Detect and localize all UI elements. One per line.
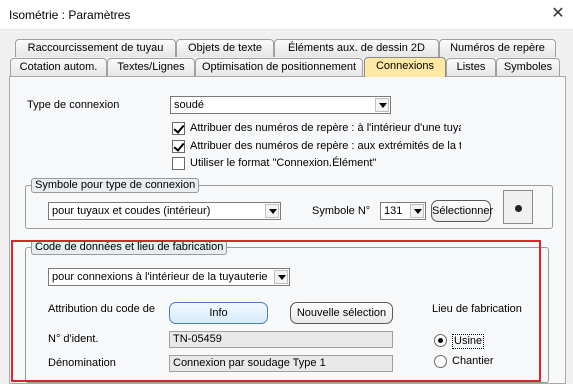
symbol-number-combo[interactable]: 131 xyxy=(380,202,426,220)
connection-type-label: Type de connexion xyxy=(27,99,120,111)
checkbox-box xyxy=(172,157,185,170)
tab-symboles[interactable]: Symboles xyxy=(496,58,560,76)
checkbox-repere-interieur[interactable]: Attribuer des numéros de repère : à l'in… xyxy=(172,122,461,136)
symbol-group-title: Symbole pour type de connexion xyxy=(31,178,200,193)
denomination-label: Dénomination xyxy=(48,357,116,369)
symbol-type-combo[interactable]: pour tuyaux et coudes (intérieur) xyxy=(48,202,281,220)
new-selection-button[interactable]: Nouvelle sélection xyxy=(290,302,393,324)
weld-symbol-icon xyxy=(515,205,522,212)
radio-label: Usine xyxy=(452,334,485,349)
connection-type-value: soudé xyxy=(174,99,204,111)
chevron-down-icon xyxy=(265,204,279,218)
ident-field: TN-05459 xyxy=(169,331,393,348)
ident-label: N° d'ident. xyxy=(48,333,99,345)
fabrication-context-value: pour connexions à l'intérieur de la tuya… xyxy=(52,271,268,283)
tab-optimisation[interactable]: Optimisation de positionnement xyxy=(195,58,363,76)
connexions-panel: Type de connexion soudé Attribuer des nu… xyxy=(9,76,566,384)
chevron-down-icon xyxy=(274,270,288,284)
fabrication-group: Code de données et lieu de fabrication p… xyxy=(25,240,549,383)
radio-dot xyxy=(434,334,447,347)
symbol-preview xyxy=(503,190,533,224)
connection-type-combo[interactable]: soudé xyxy=(170,96,391,114)
attribution-label: Attribution du code de xyxy=(48,303,156,315)
radio-label: Chantier xyxy=(452,355,494,367)
checkbox-repere-extremites[interactable]: Attribuer des numéros de repère : aux ex… xyxy=(172,140,461,154)
fabrication-place-label: Lieu de fabrication xyxy=(432,303,522,315)
checkbox-format-connexion[interactable]: Utiliser le format "Connexion.Élément" xyxy=(172,157,461,171)
radio-usine[interactable]: Usine xyxy=(434,334,514,349)
checkbox-label: Attribuer des numéros de repère : à l'in… xyxy=(190,122,461,134)
checkbox-label: Utiliser le format "Connexion.Élément" xyxy=(190,157,377,169)
radio-chantier[interactable]: Chantier xyxy=(434,355,514,369)
fabrication-group-title: Code de données et lieu de fabrication xyxy=(31,240,228,255)
chevron-down-icon xyxy=(375,98,389,112)
window-title: Isométrie : Paramètres xyxy=(9,8,131,22)
dialog-body: Raccourcissement de tuyau Objets de text… xyxy=(0,30,573,384)
checkbox-label: Attribuer des numéros de repère : aux ex… xyxy=(190,140,461,152)
checkbox-box xyxy=(172,122,185,135)
select-symbol-button[interactable]: Sélectionner xyxy=(431,200,493,222)
denomination-field: Connexion par soudage Type 1 xyxy=(169,355,393,372)
chevron-down-icon xyxy=(410,204,424,218)
tab-connexions[interactable]: Connexions xyxy=(364,57,446,77)
symbol-group: Symbole pour type de connexion pour tuya… xyxy=(25,178,553,229)
tab-listes[interactable]: Listes xyxy=(446,58,496,76)
tab-numeros-de-repere[interactable]: Numéros de repère xyxy=(439,39,556,57)
symbol-number-value: 131 xyxy=(384,205,403,217)
close-icon[interactable]: ✕ xyxy=(548,4,568,24)
title-bar: Isométrie : Paramètres ✕ xyxy=(0,0,573,30)
checkbox-box xyxy=(172,140,185,153)
fabrication-context-combo[interactable]: pour connexions à l'intérieur de la tuya… xyxy=(48,268,290,286)
tab-textes-lignes[interactable]: Textes/Lignes xyxy=(107,58,195,76)
symbol-type-value: pour tuyaux et coudes (intérieur) xyxy=(52,205,211,217)
tab-objets-de-texte[interactable]: Objets de texte xyxy=(176,39,274,57)
tab-raccourcissement[interactable]: Raccourcissement de tuyau xyxy=(15,39,176,57)
radio-dot xyxy=(434,355,447,368)
tab-elements-aux[interactable]: Éléments aux. de dessin 2D xyxy=(274,39,439,57)
info-button[interactable]: Info xyxy=(169,302,268,324)
symbol-number-label: Symbole N° xyxy=(312,205,371,217)
tab-cotation-autom[interactable]: Cotation autom. xyxy=(10,58,107,76)
